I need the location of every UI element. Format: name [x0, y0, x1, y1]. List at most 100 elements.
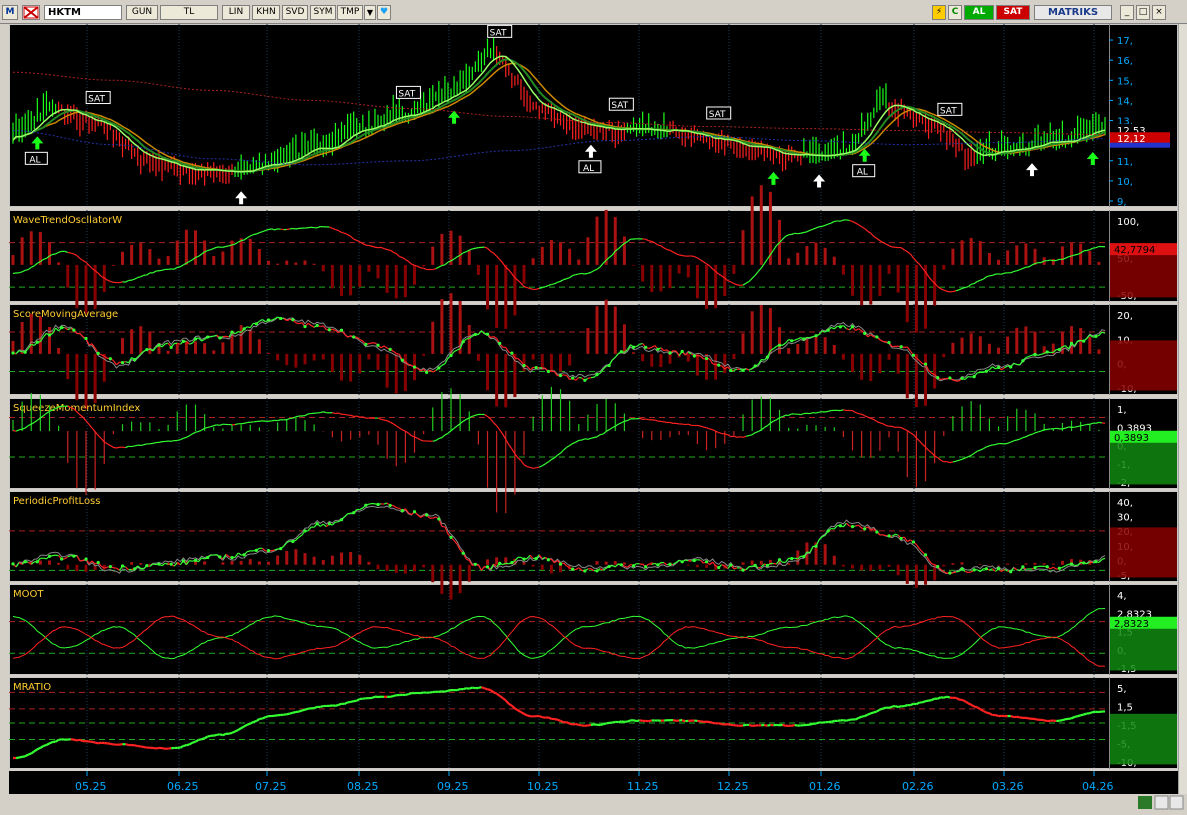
symbol-input[interactable]: HKTM: [44, 5, 122, 20]
indicator-seg: [19, 351, 22, 352]
toolbar-button-lin[interactable]: LIN: [222, 5, 250, 20]
indicator-seg: [59, 739, 62, 740]
indicator-seg: [524, 714, 527, 716]
indicator-seg: [1035, 432, 1038, 433]
indicator-seg: [974, 707, 977, 708]
indicator-seg: [877, 710, 880, 712]
indicator-dot: [1046, 350, 1049, 353]
indicator-dot: [997, 366, 1000, 369]
indicator-seg: [180, 746, 183, 748]
y-tick-label: 40,: [1117, 498, 1133, 509]
indicator-seg: [229, 733, 232, 734]
indicator-seg: [250, 722, 253, 724]
indicator-dot: [887, 341, 890, 344]
indicator-dot: [157, 563, 160, 566]
y-tick-label: 5,: [1117, 684, 1127, 695]
indicator-dot: [474, 333, 477, 336]
y-tick-label: 1,5: [1117, 703, 1133, 714]
indicator-dot: [705, 560, 708, 563]
value-box: [1110, 527, 1177, 577]
minimize-button[interactable]: _: [1120, 5, 1134, 20]
indicator-seg: [840, 410, 843, 411]
indicator-seg: [1059, 720, 1062, 721]
lightning-icon[interactable]: ⚡: [932, 5, 946, 20]
indicator-seg: [287, 229, 290, 230]
x-tick-label: 05.25: [75, 780, 107, 793]
indicator-seg: [953, 461, 956, 462]
indicator-dot: [340, 329, 343, 332]
indicator-seg: [269, 229, 272, 230]
indicator-seg: [223, 246, 226, 247]
chart-svg[interactable]: 05.2506.2507.2508.2509.2510.2511.2512.25…: [9, 24, 1178, 794]
indicator-dot: [741, 569, 744, 572]
indicator-seg: [71, 253, 74, 254]
indicator-seg: [472, 688, 475, 689]
status-icons[interactable]: [1138, 796, 1183, 809]
indicator-seg: [673, 720, 676, 721]
indicator-dot: [924, 553, 927, 556]
toolbar-button-tl[interactable]: TL: [160, 5, 218, 20]
indicator-dot: [352, 335, 355, 338]
sat-button[interactable]: SAT: [996, 5, 1030, 20]
indicator-seg: [737, 437, 740, 438]
al-button[interactable]: AL: [964, 5, 994, 20]
indicator-seg: [488, 689, 491, 690]
indicator-seg: [953, 291, 956, 292]
indicator-seg: [521, 712, 524, 714]
indicator-seg: [390, 696, 393, 697]
indicator-dot: [352, 511, 355, 514]
indicator-seg: [895, 706, 898, 707]
menu-button[interactable]: M: [2, 5, 18, 20]
indicator-seg: [369, 503, 372, 504]
toolbar-button-khn[interactable]: KHN: [252, 5, 280, 20]
indicator-seg: [393, 695, 396, 696]
toolbar-button-tmp[interactable]: TMP: [337, 5, 363, 20]
indicator-dot: [389, 348, 392, 351]
indicator-seg: [95, 743, 98, 744]
indicator-seg: [846, 220, 849, 221]
indicator-seg: [892, 706, 895, 707]
indicator-seg: [646, 419, 649, 420]
indicator-dot: [243, 553, 246, 556]
refresh-icon[interactable]: C: [948, 5, 962, 20]
toolbar-button-gun[interactable]: GUN: [126, 5, 158, 20]
maximize-button[interactable]: □: [1136, 5, 1150, 20]
indicator-seg: [345, 702, 348, 704]
indicator-dot: [11, 562, 14, 565]
indicator-dot: [571, 568, 574, 571]
indicator-seg: [287, 714, 290, 715]
toolbar-button-svd[interactable]: SVD: [282, 5, 308, 20]
indicator-seg: [548, 717, 551, 719]
indicator-seg: [728, 724, 731, 725]
y-tick-label: 10,: [1117, 177, 1133, 188]
scrollbar[interactable]: [1178, 24, 1187, 794]
dropdown-icon[interactable]: ▼: [364, 5, 376, 20]
panel-title: WaveTrendOscllatorW: [13, 215, 122, 226]
indicator-dot: [1009, 365, 1012, 368]
indicator-seg: [859, 414, 862, 415]
close-button[interactable]: ×: [1152, 5, 1166, 20]
indicator-seg: [226, 336, 229, 337]
indicator-seg: [576, 274, 579, 275]
indicator-seg: [749, 435, 752, 436]
twitter-icon[interactable]: ♥: [377, 5, 391, 20]
chart-area[interactable]: 05.2506.2507.2508.2509.2510.2511.2512.25…: [9, 24, 1178, 794]
indicator-dot: [230, 556, 233, 559]
toolbar-button-sym[interactable]: SYM: [310, 5, 336, 20]
flag-icon[interactable]: [22, 5, 40, 20]
indicator-dot: [462, 552, 465, 555]
x-tick-label: 10.25: [527, 780, 559, 793]
indicator-seg: [232, 244, 235, 245]
sat-text: SAT: [88, 95, 105, 105]
indicator-seg: [135, 745, 138, 746]
indicator-seg: [703, 427, 706, 428]
indicator-seg: [1047, 260, 1050, 261]
y-tick-label: 17,: [1117, 36, 1133, 47]
x-tick-label: 01.26: [809, 780, 841, 793]
indicator-seg: [144, 444, 147, 445]
indicator-dot: [766, 564, 769, 567]
indicator-seg: [810, 413, 813, 414]
indicator-dot: [973, 568, 976, 571]
indicator-seg: [591, 437, 594, 438]
indicator-seg: [68, 252, 71, 253]
